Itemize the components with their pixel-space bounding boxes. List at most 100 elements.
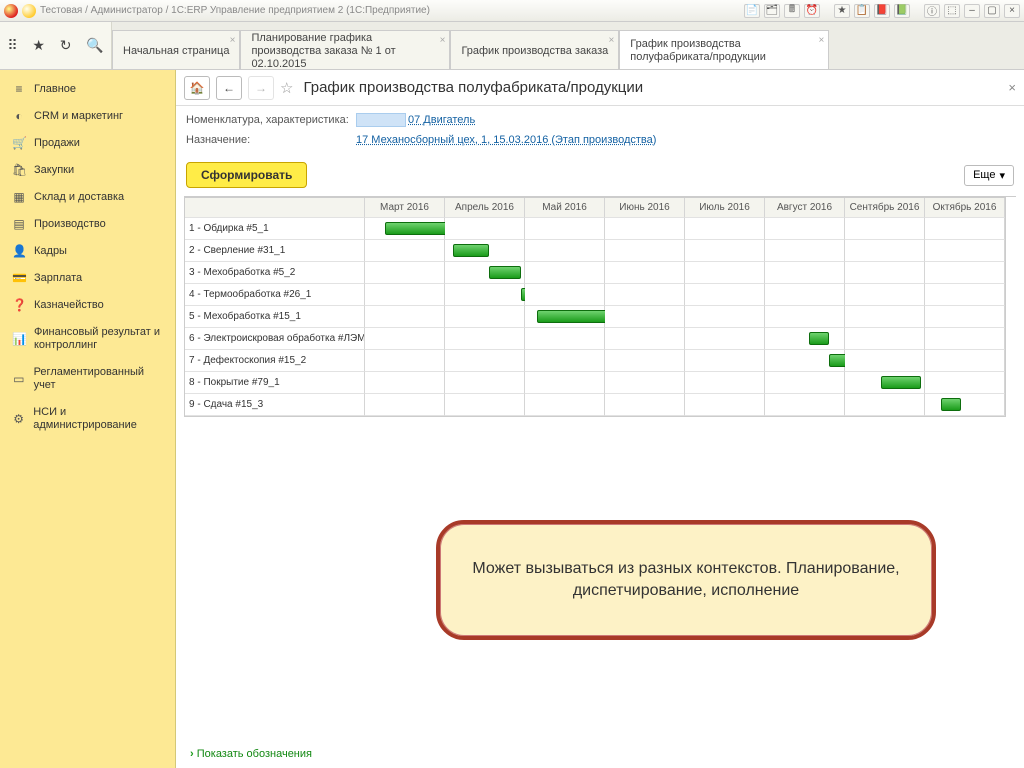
toolbar-btn[interactable]: ⓘ [924, 4, 940, 18]
tab-label: Начальная страница [123, 45, 229, 58]
app-icon-2 [22, 4, 36, 18]
gantt-cell [925, 328, 1005, 350]
toolbar-btn[interactable]: 📄 [744, 4, 760, 18]
gantt-bar[interactable] [881, 376, 921, 389]
param-label: Номенклатура, характеристика: [186, 114, 356, 126]
nomenclature-field[interactable] [356, 113, 406, 127]
gantt-cell [365, 262, 445, 284]
gantt-cell [925, 284, 1005, 306]
sidebar-item[interactable]: ≡Главное [0, 76, 175, 103]
tab[interactable]: График производства заказа× [450, 30, 619, 69]
gantt-col-header: Март 2016 [365, 198, 445, 218]
toolbar-btn[interactable]: 📋 [854, 4, 870, 18]
gantt-cell [845, 328, 925, 350]
sidebar-item[interactable]: 💳Зарплата [0, 265, 175, 292]
gantt-cell [525, 394, 605, 416]
legend-toggle[interactable]: Показать обозначения [190, 748, 312, 760]
sidebar-item[interactable]: 📊Финансовый результат и контроллинг [0, 319, 175, 359]
tab[interactable]: Планирование графика производства заказа… [240, 30, 450, 69]
sidebar-item[interactable]: 👤Кадры [0, 238, 175, 265]
tab-label: Планирование графика производства заказа… [251, 32, 439, 71]
history-icon[interactable]: ↻ [60, 37, 72, 54]
gantt-cell [925, 240, 1005, 262]
chevron-down-icon: ▾ [999, 169, 1005, 182]
generate-button[interactable]: Сформировать [186, 162, 307, 188]
minimize-button[interactable]: – [964, 4, 980, 18]
gantt-bar[interactable] [809, 332, 829, 345]
back-button[interactable]: ← [216, 76, 242, 100]
sidebar-item[interactable]: ▦ Склад и доставка [0, 184, 175, 211]
close-icon[interactable]: × [818, 34, 824, 47]
gantt-area[interactable]: Март 2016Апрель 2016Май 2016Июнь 2016Июл… [184, 196, 1016, 768]
toolbar-btn[interactable]: 📗 [894, 4, 910, 18]
gantt-bar[interactable] [385, 222, 453, 235]
gantt-cell [605, 262, 685, 284]
close-icon[interactable]: × [230, 34, 236, 47]
sidebar-item[interactable]: ◐CRM и маркетинг [0, 103, 175, 130]
toolbar-btn[interactable]: 🗂 [764, 4, 780, 18]
params: Номенклатура, характеристика: 07 Двигате… [176, 106, 1024, 156]
callout-text: Может вызываться из разных контекстов. П… [466, 558, 906, 602]
sidebar-item[interactable]: 🛒Продажи [0, 130, 175, 157]
close-icon[interactable]: × [608, 34, 614, 47]
search-icon[interactable]: 🔍 [86, 37, 103, 54]
sidebar-item[interactable]: 🛍Закупки [0, 157, 175, 184]
gantt-cell [845, 284, 925, 306]
sidebar-item[interactable]: ▤Производство [0, 211, 175, 238]
gantt-cell [765, 306, 845, 328]
close-icon[interactable]: × [440, 34, 446, 47]
toolbar-btn[interactable]: ★ [834, 4, 850, 18]
sidebar-item[interactable]: ⚙НСИ и администрирование [0, 399, 175, 439]
gantt-cell [365, 328, 445, 350]
sidebar-icon: ▦ [12, 191, 26, 204]
window-title: Тестовая / Администратор / 1C:ERP Управл… [40, 5, 430, 16]
gantt-cell [765, 350, 845, 372]
toolbar-btn[interactable]: ⏰ [804, 4, 820, 18]
gantt-cell [445, 262, 525, 284]
app-icon [4, 4, 18, 18]
gantt-row-label: 8 - Покрытие #79_1 [185, 372, 365, 394]
sidebar-label: Зарплата [34, 272, 82, 285]
titlebar: Тестовая / Администратор / 1C:ERP Управл… [0, 0, 1024, 22]
favorite-icon[interactable]: ☆ [280, 79, 293, 97]
assignment-link[interactable]: 17 Механосборный цех, 1, 15.03.2016 (Эта… [356, 134, 656, 146]
gantt-cell [605, 240, 685, 262]
nomenclature-link[interactable]: 07 Двигатель [408, 114, 475, 126]
gantt-cell [685, 284, 765, 306]
gantt-cell [445, 284, 525, 306]
sidebar-item[interactable]: ❓Казначейство [0, 292, 175, 319]
gantt-bar[interactable] [489, 266, 521, 279]
home-button[interactable]: 🏠 [184, 76, 210, 100]
tab[interactable]: Начальная страница× [112, 30, 240, 69]
toolbar-btn[interactable]: ⬚ [944, 4, 960, 18]
gantt-row-label: 1 - Обдирка #5_1 [185, 218, 365, 240]
toolbar-btn[interactable]: 📕 [874, 4, 890, 18]
sidebar-label: Склад и доставка [34, 191, 124, 204]
left-tools: ⠿ ★ ↻ 🔍 [0, 22, 112, 69]
gantt-cell [925, 394, 1005, 416]
tab[interactable]: График производства полуфабриката/продук… [619, 30, 829, 69]
apps-icon[interactable]: ⠿ [7, 37, 17, 54]
star-icon[interactable]: ★ [32, 37, 45, 54]
close-button[interactable]: × [1004, 4, 1020, 18]
forward-button[interactable]: → [248, 76, 274, 100]
gantt-row-label: 7 - Дефектоскопия #15_2 [185, 350, 365, 372]
sidebar-label: Казначейство [34, 299, 104, 312]
gantt-cell [365, 372, 445, 394]
gantt-cell [925, 372, 1005, 394]
gantt-cell [845, 394, 925, 416]
toolbar-btn[interactable]: 🖩 [784, 4, 800, 18]
gantt-cell [525, 372, 605, 394]
sidebar-label: Кадры [34, 245, 67, 258]
sidebar-icon: ▭ [12, 373, 26, 386]
gantt-bar[interactable] [453, 244, 489, 257]
gantt-row-label: 9 - Сдача #15_3 [185, 394, 365, 416]
gantt-cell [765, 328, 845, 350]
sidebar-item[interactable]: ▭Регламентированный учет [0, 359, 175, 399]
gantt-cell [605, 372, 685, 394]
maximize-button[interactable]: ▢ [984, 4, 1000, 18]
gantt-bar[interactable] [941, 398, 961, 411]
close-page-button[interactable]: × [1008, 80, 1016, 95]
more-button[interactable]: Еще▾ [964, 165, 1014, 186]
gantt-cell [845, 218, 925, 240]
